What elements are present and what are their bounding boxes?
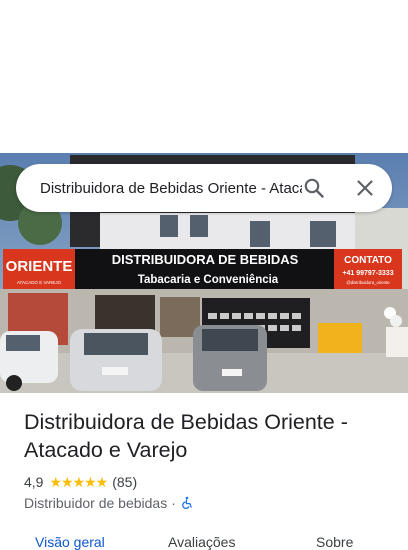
tab-sobre[interactable]: Sobre	[316, 534, 353, 550]
search-bar[interactable]: Distribuidora de Bebidas Oriente - Ataca…	[16, 164, 392, 212]
search-input[interactable]: Distribuidora de Bebidas Oriente - Ataca…	[40, 180, 302, 197]
contact-handle-text: @distribuidora_oriente	[346, 280, 390, 285]
search-icon[interactable]	[302, 176, 326, 200]
rating-value: 4,9	[24, 474, 44, 490]
close-icon[interactable]	[353, 176, 377, 200]
place-tabs: Visão geral Avaliações Sobre	[0, 530, 408, 550]
rating-stars: ★★★★★	[49, 473, 108, 490]
place-category: Distribuidor de bebidas	[24, 495, 168, 511]
wheelchair-icon	[182, 496, 192, 509]
sign-main-text: DISTRIBUIDORA DE BEBIDAS	[112, 252, 299, 267]
tab-visao-geral[interactable]: Visão geral	[35, 534, 105, 550]
rating-row[interactable]: 4,9 ★★★★★ (85)	[24, 472, 137, 492]
review-count[interactable]: (85)	[112, 474, 137, 490]
sign-sub-text: Tabacaria e Conveniência	[138, 274, 279, 286]
tab-avaliacoes[interactable]: Avaliações	[168, 534, 235, 550]
separator-dot: ·	[171, 495, 176, 511]
brand-logo-text: ORIENTE	[6, 258, 73, 275]
place-title: Distribuidora de Bebidas Oriente - Ataca…	[24, 410, 348, 462]
contact-title-text: CONTATO	[344, 255, 392, 266]
category-row: Distribuidor de bebidas ·	[24, 493, 194, 513]
contact-phone-text: +41 99797-3333	[342, 270, 393, 277]
brand-tagline-text: ATACADO E VAREJO	[17, 280, 62, 285]
